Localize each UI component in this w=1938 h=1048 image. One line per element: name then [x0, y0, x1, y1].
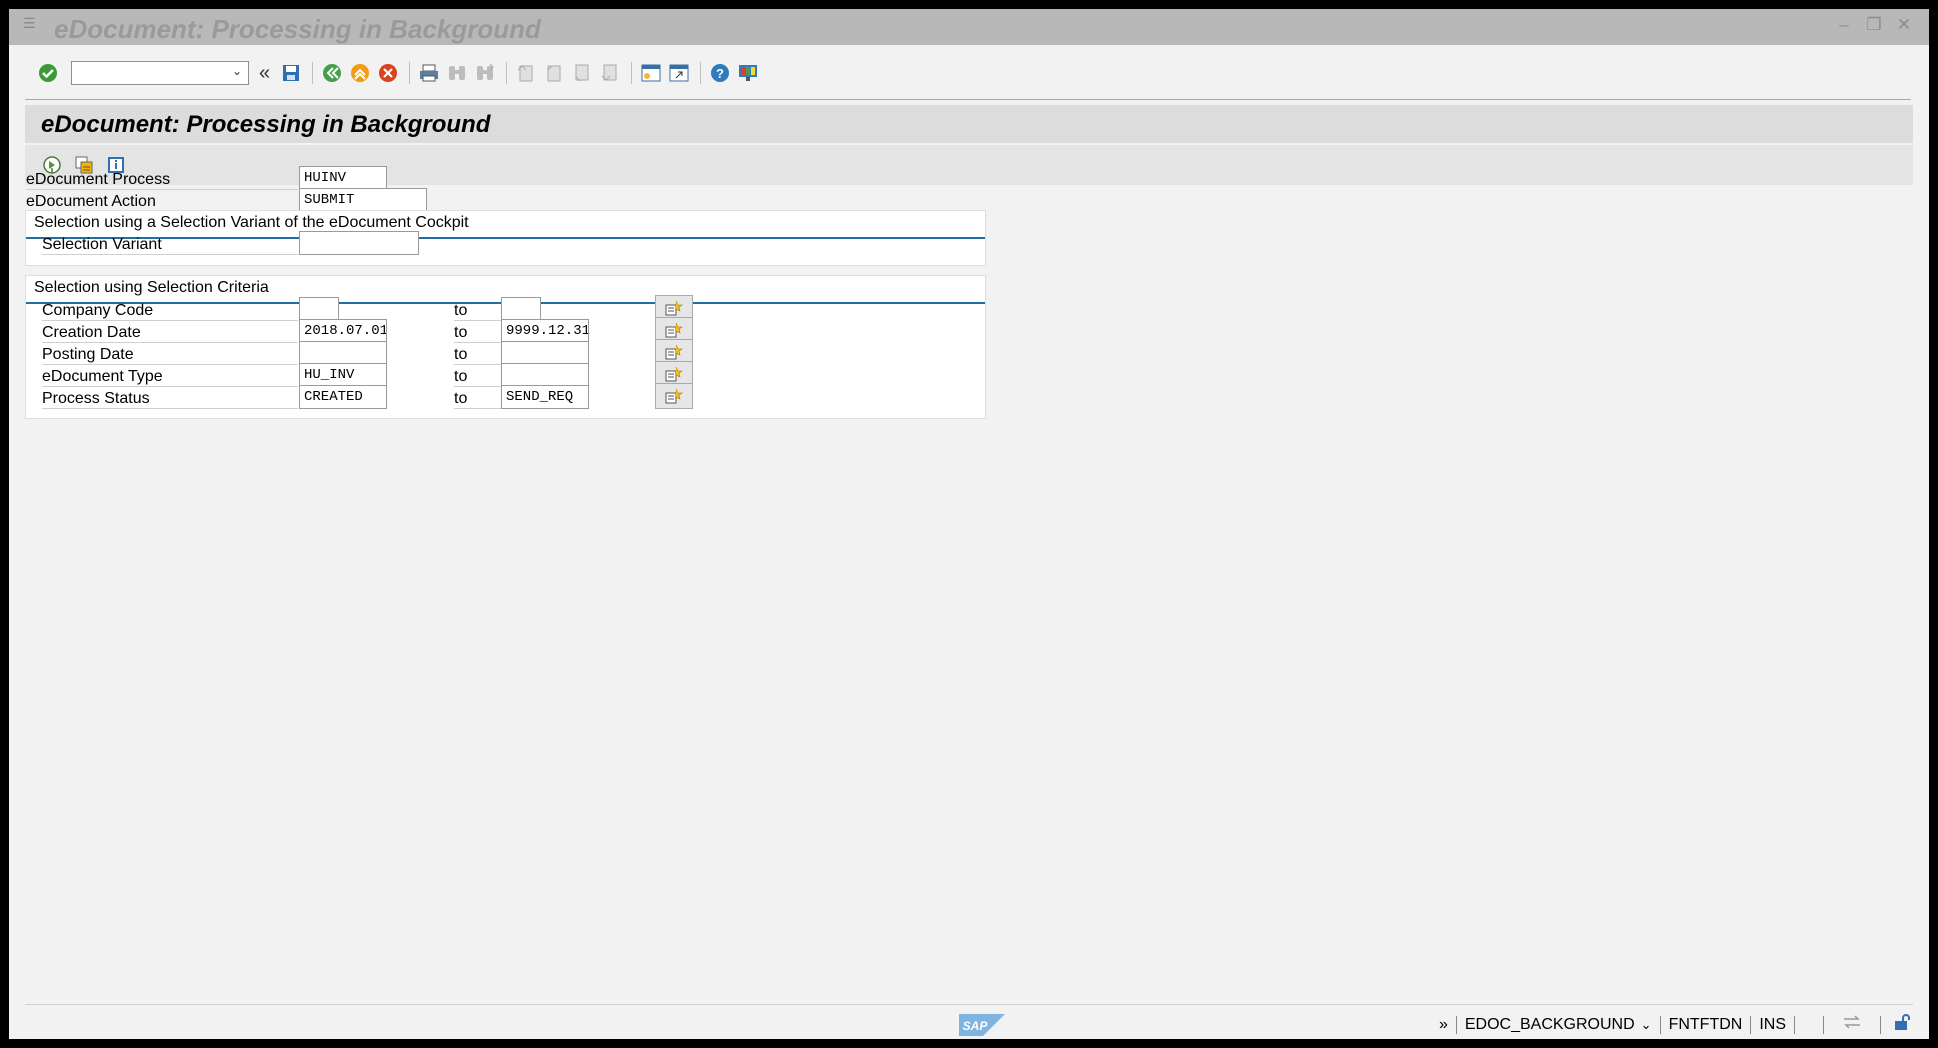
edocument-action-label: eDocument Action: [26, 190, 298, 212]
minimize-icon[interactable]: –: [1835, 15, 1853, 35]
creation-date-to-label: to: [454, 321, 501, 343]
system-user: FNTFTDN: [1668, 1015, 1743, 1033]
customize-layout-icon[interactable]: [735, 60, 761, 86]
close-icon[interactable]: ✕: [1895, 15, 1913, 35]
connection-icon[interactable]: [1842, 1014, 1862, 1035]
create-session-icon[interactable]: [638, 60, 664, 86]
multiple-selection-icon: [665, 366, 683, 382]
edocument-process-input[interactable]: HUINV: [299, 166, 387, 190]
status-separator: [1794, 1015, 1795, 1034]
status-bar: SAP » EDOC_BACKGROUND ⌄ FNTFTDN INS: [25, 1004, 1913, 1040]
title-bar: ☰ eDocument: Processing in Background – …: [9, 9, 1929, 45]
edocument-process-label: eDocument Process: [26, 168, 298, 190]
creation-date-label: Creation Date: [42, 321, 298, 343]
creation-date-from-input[interactable]: 2018.07.01: [299, 319, 387, 343]
help-icon[interactable]: ?: [707, 60, 733, 86]
edocument-type-to-input[interactable]: [501, 363, 589, 387]
process-status-to-input[interactable]: SEND_REQ: [501, 385, 589, 409]
page-title-bar: eDocument: Processing in Background: [25, 105, 1913, 143]
edocument-type-label: eDocument Type: [42, 365, 298, 387]
restore-icon[interactable]: ❐: [1865, 15, 1883, 35]
page-title: eDocument: Processing in Background: [41, 111, 491, 138]
cancel-icon[interactable]: [375, 60, 401, 86]
status-separator: [1659, 1015, 1661, 1034]
exit-icon[interactable]: [347, 60, 373, 86]
window-controls: – ❐ ✕: [1835, 15, 1913, 35]
chevron-down-icon[interactable]: ⌄: [1641, 1017, 1652, 1033]
system-toolbar: ⌄ « ?: [9, 45, 1929, 101]
svg-text:?: ?: [716, 66, 724, 81]
sap-logo: SAP: [959, 1014, 1005, 1036]
multiple-selection-icon: [665, 300, 683, 316]
process-status-multiple-selection-button[interactable]: [655, 383, 693, 409]
toolbar-separator: [506, 62, 508, 84]
collapse-command-icon[interactable]: «: [259, 62, 270, 85]
shortcut-icon[interactable]: [666, 60, 692, 86]
edocument-type-from-input[interactable]: HU_INV: [299, 363, 387, 387]
selection-variant-input[interactable]: [299, 231, 419, 255]
status-separator: [1880, 1015, 1881, 1034]
company-code-label: Company Code: [42, 299, 298, 321]
last-page-icon[interactable]: [597, 60, 623, 86]
company-code-to-input[interactable]: [501, 297, 541, 321]
toolbar-separator: [312, 62, 314, 84]
creation-date-to-input[interactable]: 9999.12.31: [501, 319, 589, 343]
posting-date-label: Posting Date: [42, 343, 298, 365]
sap-window: ☰ eDocument: Processing in Background – …: [9, 9, 1929, 1039]
toolbar-separator: [409, 62, 411, 84]
app-menu-icon[interactable]: ☰: [23, 15, 36, 32]
find-next-icon[interactable]: [472, 60, 498, 86]
toolbar-separator: [631, 62, 633, 84]
status-separator: [1823, 1015, 1824, 1034]
process-status-from-input[interactable]: CREATED: [299, 385, 387, 409]
first-page-icon[interactable]: [513, 60, 539, 86]
selection-variant-label: Selection Variant: [42, 233, 298, 255]
previous-page-icon[interactable]: [541, 60, 567, 86]
print-icon[interactable]: [416, 60, 442, 86]
enter-icon[interactable]: [35, 60, 61, 86]
status-info: » EDOC_BACKGROUND ⌄ FNTFTDN INS: [1439, 1013, 1913, 1036]
save-icon[interactable]: [278, 60, 304, 86]
process-status-to-label: to: [454, 387, 501, 409]
edocument-type-to-label: to: [454, 365, 501, 387]
window-title: eDocument: Processing in Background: [54, 14, 541, 44]
toolbar-separator: [700, 62, 702, 84]
back-icon[interactable]: [319, 60, 345, 86]
chevron-down-icon[interactable]: ⌄: [232, 64, 242, 78]
insert-mode[interactable]: INS: [1759, 1016, 1786, 1034]
command-field[interactable]: ⌄: [71, 61, 249, 85]
transaction-code[interactable]: EDOC_BACKGROUND: [1465, 1016, 1635, 1034]
status-separator: [1750, 1015, 1752, 1034]
find-icon[interactable]: [444, 60, 470, 86]
multiple-selection-icon: [665, 344, 683, 360]
next-page-icon[interactable]: [569, 60, 595, 86]
process-status-label: Process Status: [42, 387, 298, 409]
edocument-action-input[interactable]: SUBMIT: [299, 188, 427, 212]
svg-text:SAP: SAP: [963, 1019, 989, 1033]
multiple-selection-icon: [665, 388, 683, 404]
posting-date-to-input[interactable]: [501, 341, 589, 365]
posting-date-from-input[interactable]: [299, 341, 387, 365]
status-separator: [1455, 1015, 1457, 1034]
selection-criteria-group-title: Selection using Selection Criteria: [34, 279, 269, 296]
posting-date-to-label: to: [454, 343, 501, 365]
unlock-icon[interactable]: [1893, 1013, 1913, 1036]
company-code-to-label: to: [454, 299, 501, 321]
multiple-selection-icon: [665, 322, 683, 338]
company-code-from-input[interactable]: [299, 297, 339, 321]
expand-status-icon[interactable]: »: [1439, 1016, 1448, 1034]
